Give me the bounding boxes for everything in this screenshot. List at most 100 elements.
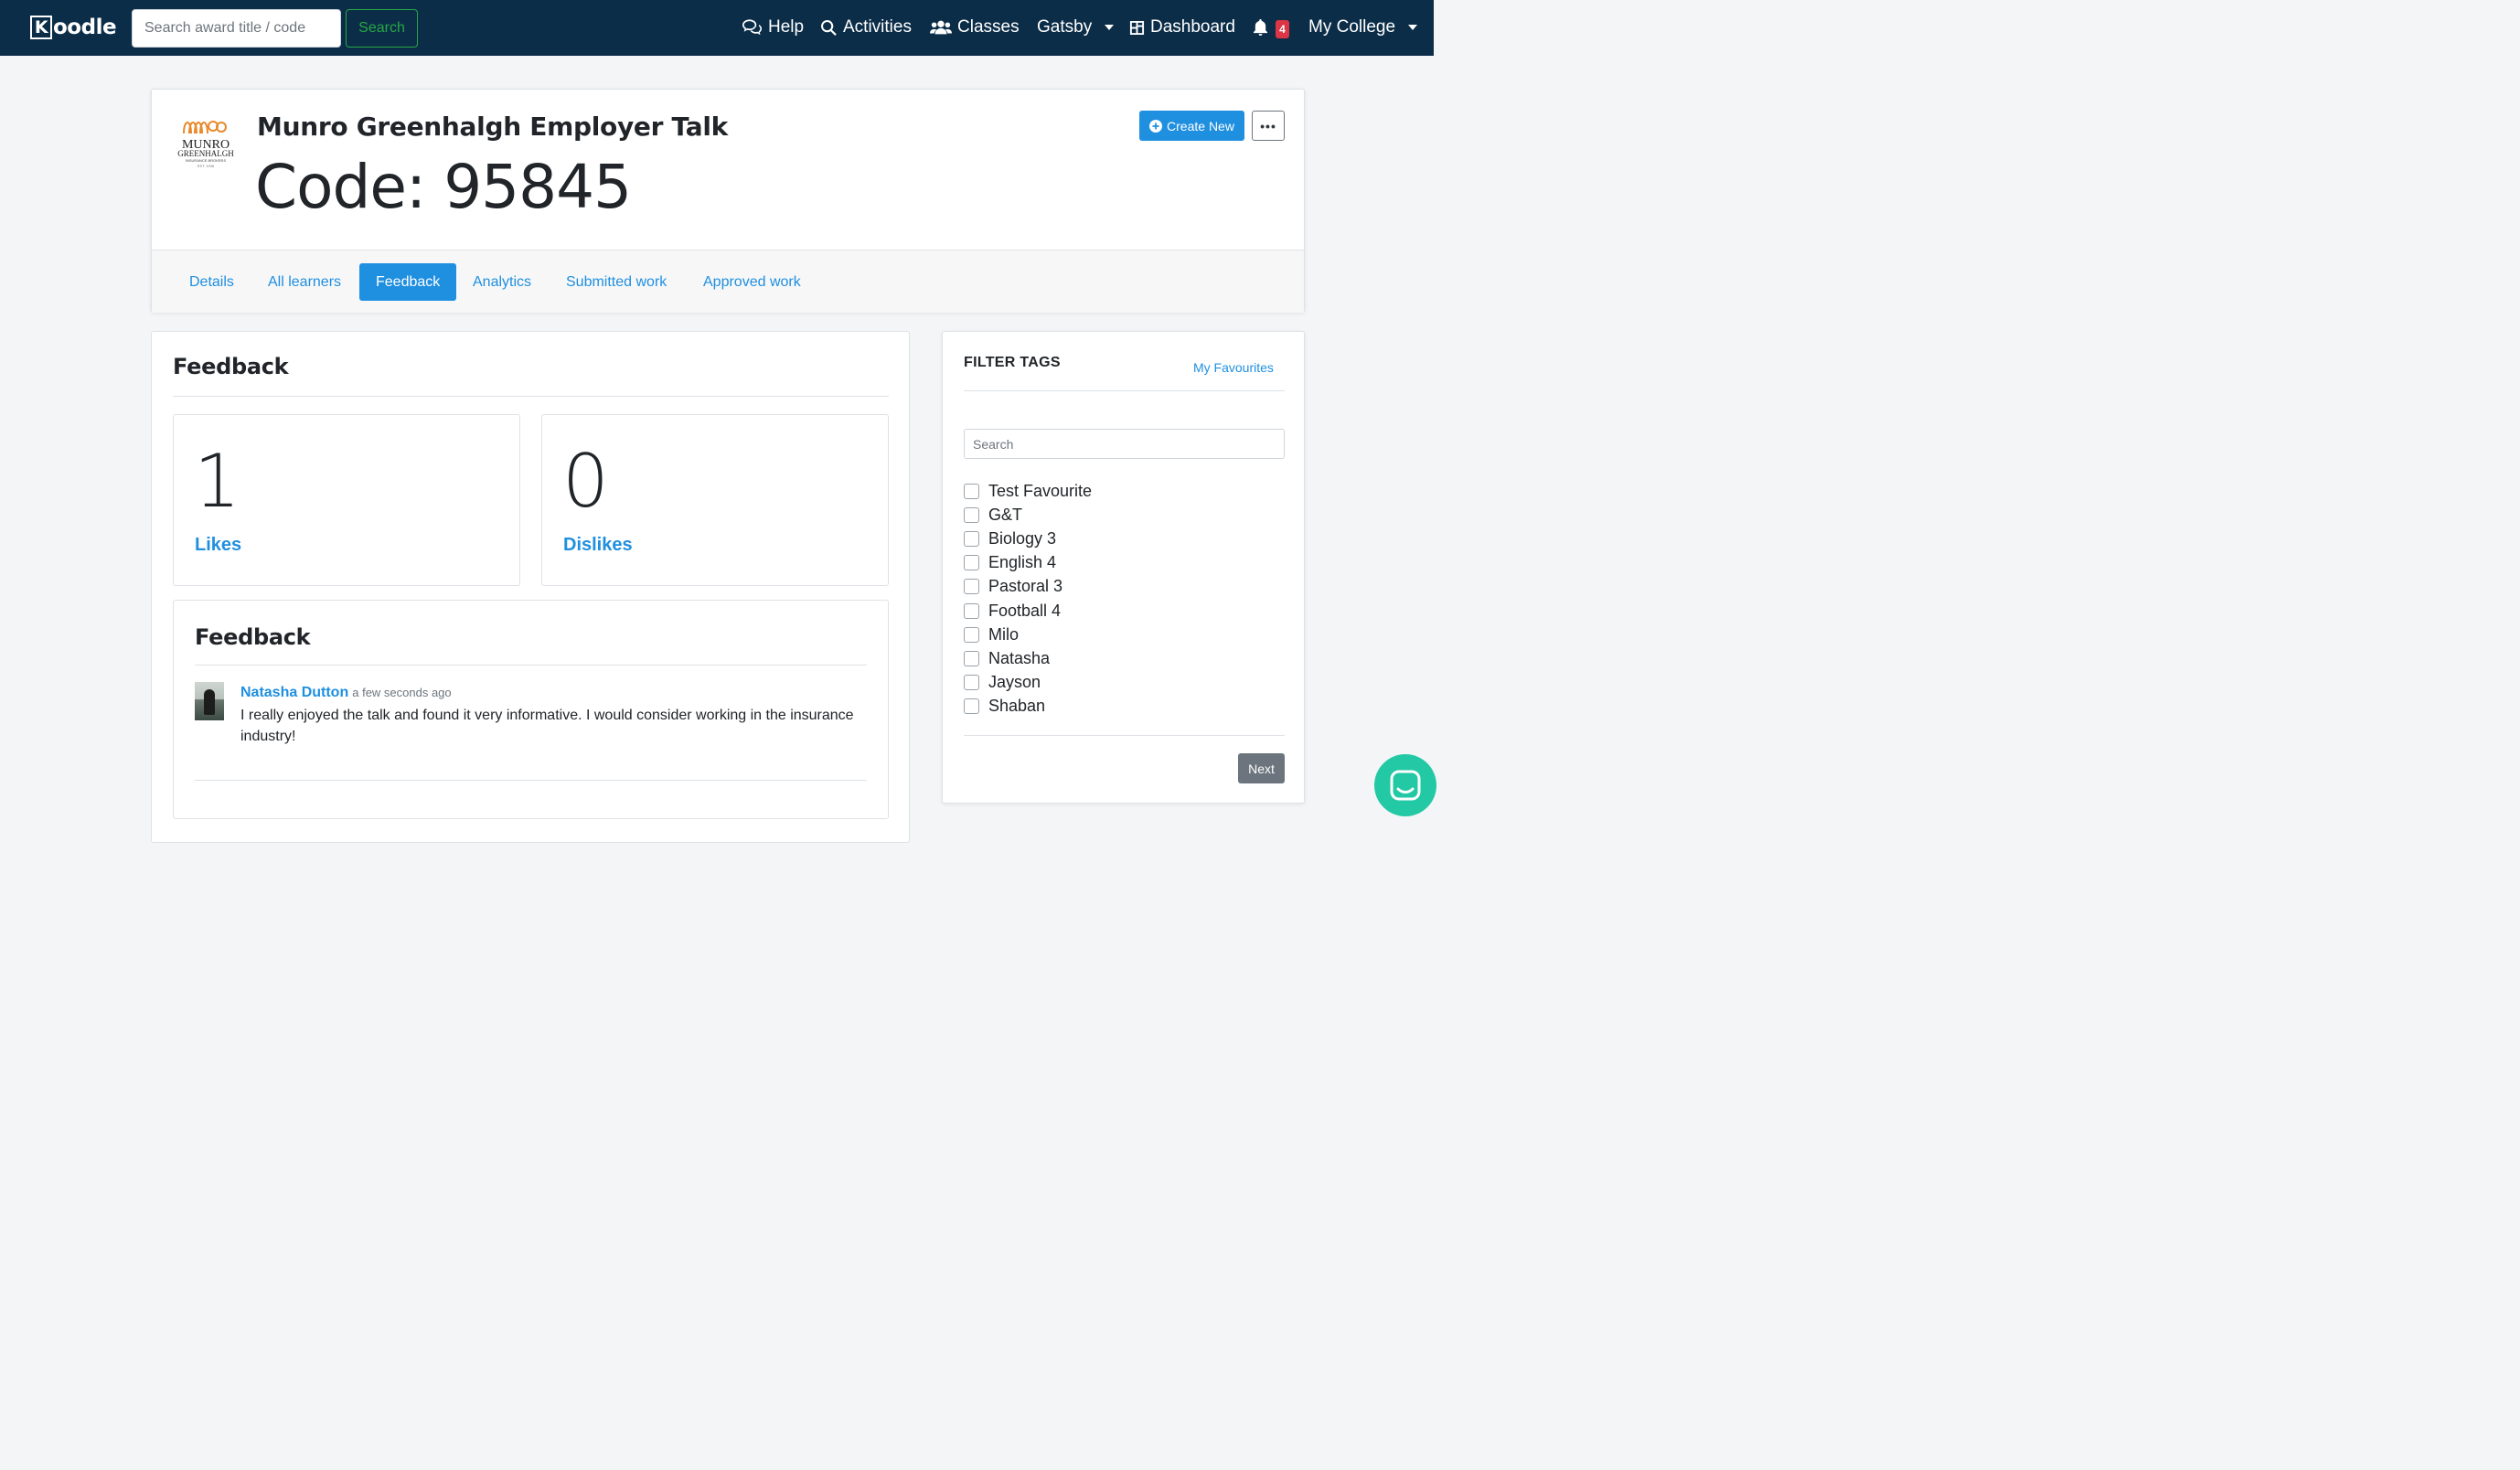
tag-checkbox[interactable] [964,675,979,691]
dislikes-label[interactable]: Dislikes [563,535,633,556]
tag-label: Test Favourite [988,481,1093,500]
plus-circle-icon [1149,119,1163,133]
tag-item[interactable]: Milo [964,623,1285,646]
divider [173,396,889,397]
divider [195,780,867,781]
nav-activities[interactable]: Activities [820,16,912,39]
nav-dashboard[interactable]: Dashboard [1129,16,1235,39]
tag-checkbox[interactable] [964,650,979,666]
nav-help-label: Help [768,17,805,37]
tag-checkbox[interactable] [964,626,979,643]
tag-label: Biology 3 [988,528,1057,548]
tab-all-learners[interactable]: All learners [251,263,358,301]
likes-label[interactable]: Likes [195,535,241,556]
chat-bubbles-icon [742,19,763,36]
likes-stat: 1 Likes [173,414,520,586]
tag-label: Shaban [988,697,1046,716]
bell-icon [1253,18,1268,36]
avatar-figure [204,689,215,715]
tag-checkbox[interactable] [964,698,979,715]
feedback-panel: Feedback 1 Likes 0 Dislikes Feedback Nat… [151,331,910,843]
nav-classes-label: Classes [957,17,1020,37]
avatar[interactable] [195,682,224,720]
brand-logo[interactable]: K oodle [30,16,117,39]
tag-search-input[interactable] [964,429,1285,459]
tag-item[interactable]: G&T [964,503,1285,527]
tag-item[interactable]: English 4 [964,551,1285,575]
my-favourites-link[interactable]: My Favourites [1193,360,1274,375]
chat-widget-icon [1390,770,1421,801]
filter-tags-panel: FILTER TAGS My Favourites Test Favourite… [942,331,1305,804]
award-header-card: MUNRO GREENHALGH INSURANCE BROKERS EST. … [151,89,1305,313]
svg-text:GREENHALGH: GREENHALGH [177,149,234,158]
tag-item[interactable]: Jayson [964,671,1285,695]
nav-college-label: My College [1308,17,1396,37]
tag-item[interactable]: Shaban [964,695,1285,719]
brand-rest: oodle [53,16,117,39]
svg-text:INSURANCE BROKERS: INSURANCE BROKERS [186,158,227,163]
tag-label: English 4 [988,553,1057,572]
tag-item[interactable]: Natasha [964,646,1285,670]
feedback-author: Natasha Dutton a few seconds ago [240,685,452,701]
tag-item[interactable]: Pastoral 3 [964,575,1285,599]
tag-label: Jayson [988,673,1041,692]
notification-count-badge: 4 [1276,20,1289,38]
search-icon [821,19,837,36]
tag-checkbox[interactable] [964,530,979,547]
award-tabs: Details All learners Feedback Analytics … [152,250,1304,313]
tab-details[interactable]: Details [173,263,251,301]
tag-label: Milo [988,624,1020,644]
company-logo-icon: MUNRO GREENHALGH INSURANCE BROKERS EST. … [177,121,234,168]
award-search-button[interactable]: Search [346,9,418,48]
feedback-list-title: Feedback [195,624,311,650]
divider [964,390,1285,391]
tag-checkbox[interactable] [964,506,979,523]
feedback-comment: I really enjoyed the talk and found it v… [240,708,854,744]
tag-list: Test Favourite G&T Biology 3 English 4 P… [964,479,1285,719]
nav-dashboard-label: Dashboard [1150,17,1235,37]
tag-checkbox[interactable] [964,555,979,571]
tag-label: G&T [988,505,1023,524]
award-title: Munro Greenhalgh Employer Talk [257,112,728,142]
users-icon [930,20,952,35]
feedback-timestamp: a few seconds ago [352,686,452,699]
feedback-author-name[interactable]: Natasha Dutton [240,685,348,700]
nav-user-dropdown[interactable]: Gatsby [1037,16,1115,39]
tab-analytics[interactable]: Analytics [456,263,548,301]
brand-k-box: K [30,16,52,39]
chat-widget-button[interactable] [1374,754,1436,816]
dislikes-stat: 0 Dislikes [541,414,889,586]
filter-tags-title: FILTER TAGS [964,355,1061,370]
award-code: Code: 95845 [255,152,632,222]
more-options-button[interactable]: ••• [1252,111,1285,141]
nav-classes[interactable]: Classes [930,16,1020,39]
tag-item[interactable]: Football 4 [964,599,1285,623]
divider [964,735,1285,736]
munro-greenhalgh-logo: MUNRO GREENHALGH INSURANCE BROKERS EST. … [175,115,237,170]
dislikes-count: 0 [562,439,609,524]
nav-help[interactable]: Help [742,16,804,39]
tag-checkbox[interactable] [964,579,979,595]
tag-item[interactable]: Test Favourite [964,479,1285,503]
svg-text:EST. 1936: EST. 1936 [198,164,215,168]
tab-submitted-work[interactable]: Submitted work [550,263,683,301]
top-navbar: K oodle Search Help Activities Classes G… [0,0,1434,56]
tag-item[interactable]: Biology 3 [964,527,1285,550]
create-new-button[interactable]: Create New [1139,111,1244,141]
nav-college-dropdown[interactable]: My College [1308,16,1418,39]
tag-checkbox[interactable] [964,602,979,619]
next-button[interactable]: Next [1238,753,1285,783]
feedback-list: Feedback Natasha Dutton a few seconds ago… [173,600,889,819]
code-value: 95845 [443,152,632,222]
tab-approved-work[interactable]: Approved work [687,263,817,301]
tag-label: Natasha [988,648,1051,667]
chevron-down-icon [1408,25,1418,30]
tab-feedback[interactable]: Feedback [359,263,457,301]
tag-label: Pastoral 3 [988,577,1063,596]
code-label: Code: [255,152,426,222]
tag-checkbox[interactable] [964,483,979,499]
divider [195,665,867,666]
nav-user-label: Gatsby [1037,17,1093,37]
nav-notifications[interactable]: 4 [1253,16,1289,39]
award-search-input[interactable] [132,9,341,48]
